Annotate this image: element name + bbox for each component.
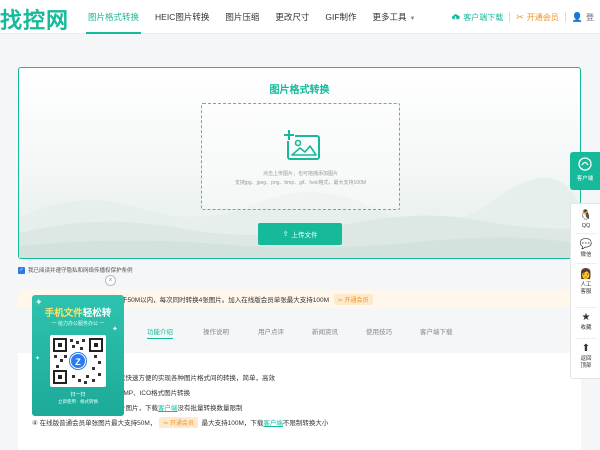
upload-icon: ⇪ — [282, 231, 289, 238]
upload-panel: 图片格式转换 点击上传图片，也可拖拽添加图片 支持jpg、jpeg、png、bm… — [18, 67, 581, 259]
popup-close-button[interactable]: × — [105, 275, 116, 286]
headset-icon: 👩 — [579, 269, 593, 280]
sidebar-item-wechat[interactable]: 💬 微信 — [571, 239, 600, 259]
sidebar-item-qq[interactable]: 🐧 QQ — [571, 210, 600, 230]
nav-image-compress[interactable]: 图片压缩 — [217, 0, 267, 34]
user-icon: 👤 — [571, 11, 583, 22]
sidebar-item-back-to-top[interactable]: ⬆ 返回顶部 — [571, 343, 600, 370]
sidebar-contact: 🐧 QQ 💬 微信 👩 人工客服 ★ 收藏 ⬆ 返回顶部 — [570, 203, 600, 379]
dropzone-hint: 点击上传图片，也可拖拽添加图片 — [262, 171, 338, 177]
feature-line: BMP、ICO格式图片转换 — [119, 390, 191, 397]
site-logo[interactable]: 找控网 — [0, 3, 69, 35]
nav-more-tools[interactable]: 更多工具 ▼ — [365, 0, 424, 34]
feature-line: 以快速方便的实现各种图片格式间的转换，简单，高效 — [119, 375, 275, 382]
panel-title: 图片格式转换 — [269, 85, 330, 96]
notice-text: 于50M以内，每次同时转换4张图片。加入在线版会员单张最大支持100M ✂ 开通… — [121, 294, 373, 305]
open-vip-pill[interactable]: ✂ 开通会员 — [333, 294, 373, 305]
sidebar-item-support[interactable]: 👩 人工客服 — [571, 269, 600, 296]
upload-dropzone[interactable]: 点击上传图片，也可拖拽添加图片 支持jpg、jpeg、png、bmp、gif、h… — [201, 103, 400, 210]
client-link[interactable]: 客户端 — [263, 420, 283, 427]
main-nav: 图片格式转换 HEIC图片转换 图片压缩 更改尺寸 GIF制作 更多工具 ▼ — [80, 0, 424, 34]
supported-formats: 支持jpg、jpeg、png、bmp、gif、heic格式，最大支持100M — [234, 180, 367, 186]
login-link[interactable]: 👤 登 — [566, 12, 600, 23]
nav-image-format-convert[interactable]: 图片格式转换 — [80, 0, 147, 34]
popup-subtitle: 一 给力办公服务办公 一 — [51, 321, 105, 327]
tab-features[interactable]: 功能介绍 — [147, 326, 173, 339]
qq-icon: 🐧 — [579, 210, 593, 221]
wechat-icon: 💬 — [579, 239, 593, 250]
tab-client-download[interactable]: 客户端下载 — [420, 326, 453, 336]
sidebar-divider — [575, 307, 597, 308]
sidebar-client-button[interactable]: 客户端 — [570, 152, 600, 190]
open-vip-link[interactable]: ✂ 开通会员 — [510, 12, 565, 23]
open-vip-pill[interactable]: ✂ 开通会员 — [159, 417, 198, 428]
star-icon: ★ — [581, 312, 591, 323]
agreement-text: 我已阅读并遵守隐私和网络传播权保护条例 — [28, 268, 133, 274]
nav-resize[interactable]: 更改尺寸 — [267, 0, 317, 34]
tab-tips[interactable]: 使用技巧 — [366, 326, 392, 336]
tab-reviews[interactable]: 用户点评 — [258, 326, 284, 336]
client-app-icon — [578, 157, 592, 171]
sidebar-divider — [575, 263, 597, 264]
sparkle-icon: ✦ — [35, 356, 41, 362]
popup-title: 手机文件轻松转 — [44, 308, 112, 319]
app-logo-icon: Z — [70, 353, 86, 369]
client-link[interactable]: 客户端 — [158, 405, 178, 412]
sidebar-divider — [575, 233, 597, 234]
agreement-row: ✓ 我已阅读并遵守隐私和网络传播权保护条例 — [18, 266, 133, 274]
sidebar-item-favorite[interactable]: ★ 收藏 — [571, 312, 600, 332]
chevron-down-icon: ▼ — [409, 16, 416, 22]
agreement-checkbox[interactable]: ✓ — [18, 266, 25, 274]
feature-line: 个图片，下载客户端没有批量转换数量限制 — [119, 405, 243, 412]
cloud-download-icon — [452, 14, 460, 20]
header-actions: 客户端下载 ✂ 开通会员 👤 登 — [445, 0, 600, 34]
mobile-promo-popup: ✦ ✦ ✦ 手机文件轻松转 一 给力办公服务办公 一 Z 扫一扫 立即使用 · … — [32, 295, 124, 416]
tab-instructions[interactable]: 操作说明 — [203, 326, 229, 336]
arrow-up-icon: ⬆ — [581, 343, 591, 354]
feature-line: ④ 在线版普通会员单张图片最大支持50M， ✂ 开通会员 最大支持100M，下载客… — [32, 417, 328, 428]
nav-heic-convert[interactable]: HEIC图片转换 — [147, 0, 217, 34]
add-image-icon — [283, 129, 320, 160]
nav-gif-maker[interactable]: GIF制作 — [317, 0, 364, 34]
vip-crown-icon: ✂ — [516, 11, 524, 22]
client-download-link[interactable]: 客户端下载 — [445, 12, 509, 23]
sidebar-divider — [575, 338, 597, 339]
upload-file-button[interactable]: ⇪ 上传文件 — [258, 223, 342, 245]
scan-label: 扫一扫 — [70, 392, 86, 398]
tab-news[interactable]: 新闻资讯 — [312, 326, 338, 336]
scan-sublabel: 立即使用 · 格式转换 — [58, 399, 98, 404]
qr-code: Z — [50, 335, 106, 387]
top-header: 找控网 图片格式转换 HEIC图片转换 图片压缩 更改尺寸 GIF制作 更多工具… — [0, 0, 600, 34]
